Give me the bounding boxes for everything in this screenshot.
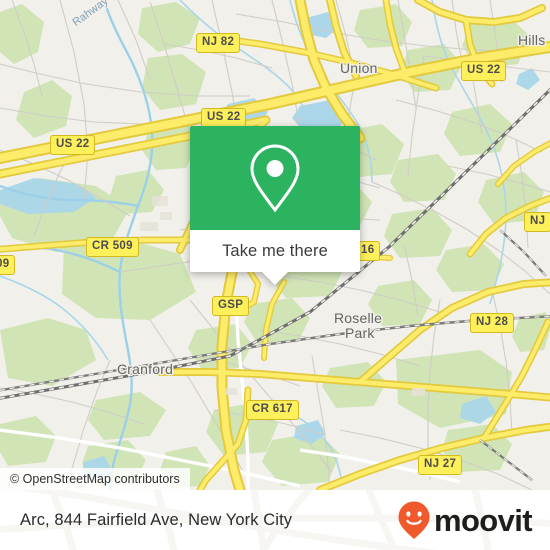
- shield-nj-clipped-right[interactable]: NJ: [524, 212, 550, 232]
- map-label-roselle-park-line2: Park: [345, 325, 375, 341]
- shield-nj-28[interactable]: NJ 28: [470, 313, 515, 333]
- shield-nj-27[interactable]: NJ 27: [418, 455, 463, 475]
- location-title: Arc, 844 Fairfield Ave, New York City: [20, 510, 293, 529]
- popup-action-bar[interactable]: Take me there: [190, 230, 360, 272]
- shield-gsp[interactable]: GSP: [212, 296, 250, 316]
- popup-tail-pointer: [262, 272, 288, 285]
- map-label-roselle: Roselle: [334, 310, 383, 326]
- take-me-there-label: Take me there: [222, 241, 328, 260]
- shield-cr-509-clipped[interactable]: 09: [0, 255, 16, 275]
- map-label-cranford: Cranford: [117, 361, 174, 377]
- location-popup-card[interactable]: Take me there: [190, 126, 360, 285]
- map-label-union: Union: [340, 60, 378, 76]
- footer-bar: Arc, 844 Fairfield Ave, New York City mo…: [0, 490, 550, 550]
- popup-header: [190, 126, 360, 230]
- map-canvas[interactable]: Rahway River Union Hills Cranford Rosell…: [0, 0, 550, 490]
- moovit-brand[interactable]: moovit: [397, 500, 533, 540]
- shield-cr-509[interactable]: CR 509: [86, 237, 139, 257]
- map-label-hillside: Hills: [518, 32, 546, 48]
- shield-us-22-east[interactable]: US 22: [461, 61, 507, 81]
- shield-nj-82[interactable]: NJ 82: [196, 33, 241, 53]
- map-pin-icon: [250, 144, 300, 213]
- osm-attribution-text: © OpenStreetMap contributors: [10, 472, 180, 486]
- moovit-wordmark: moovit: [433, 502, 533, 538]
- shield-us-22-west[interactable]: US 22: [50, 135, 96, 155]
- osm-attribution[interactable]: © OpenStreetMap contributors: [0, 468, 190, 490]
- moovit-map-screenshot: Rahway River Union Hills Cranford Rosell…: [0, 0, 550, 550]
- shield-us-22-center[interactable]: US 22: [201, 108, 247, 128]
- shield-cr-617[interactable]: CR 617: [246, 400, 299, 420]
- moovit-smiley-pin-icon: [398, 501, 430, 539]
